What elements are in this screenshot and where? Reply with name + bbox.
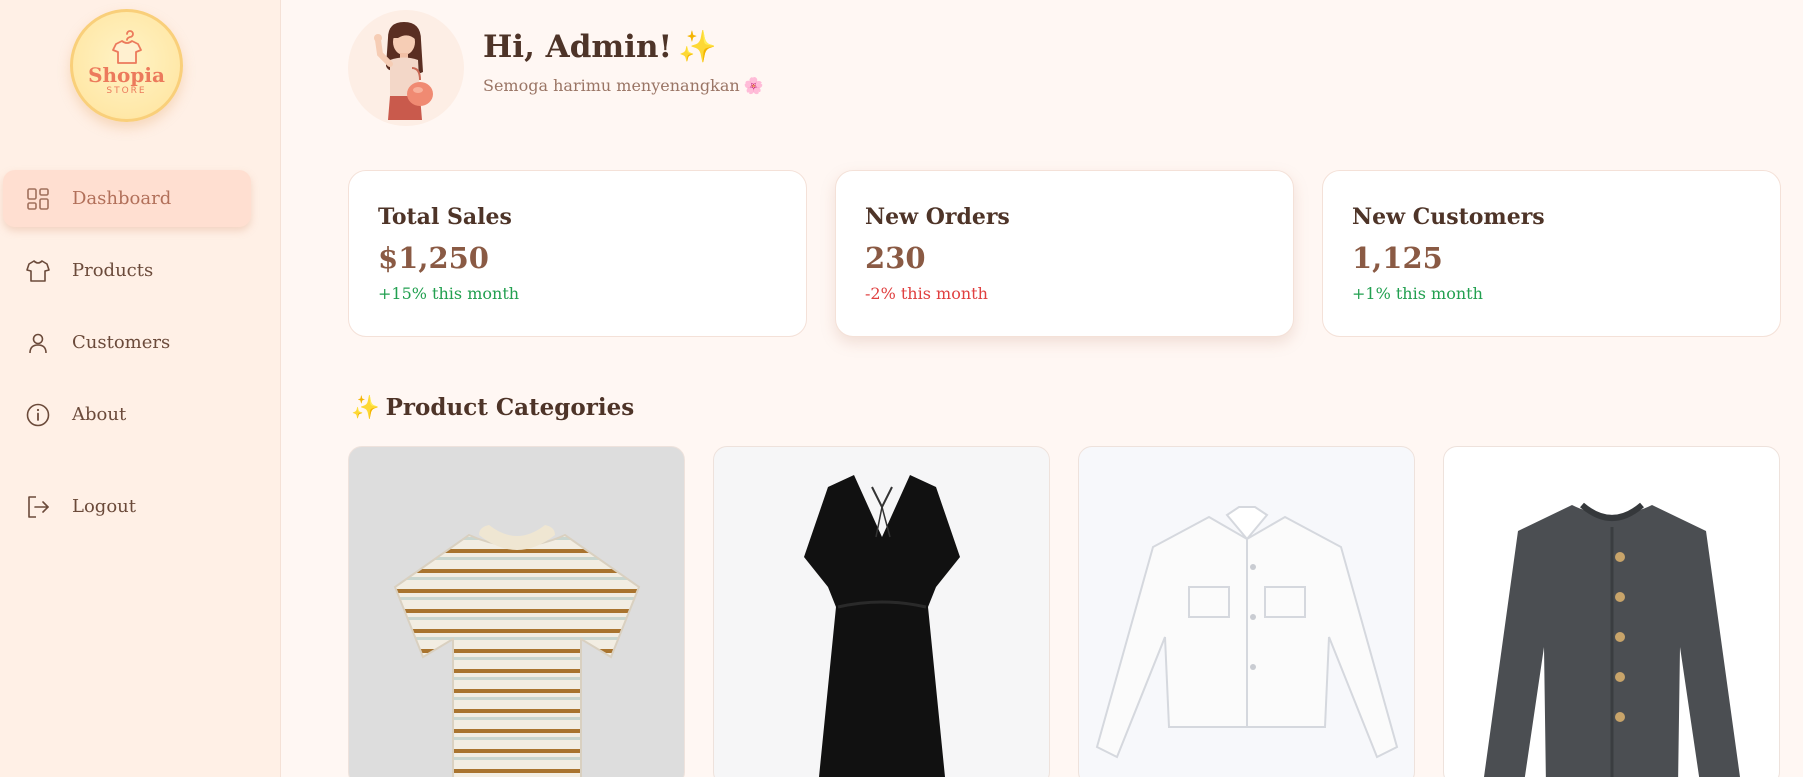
stat-card-new-orders[interactable]: New Orders 230 -2% this month	[835, 170, 1294, 337]
store-logo[interactable]: Shopia STORE	[70, 9, 183, 122]
stat-card-total-sales[interactable]: Total Sales $1,250 +15% this month	[348, 170, 807, 337]
woman-illustration	[374, 22, 433, 120]
sidebar-item-label: Products	[72, 260, 154, 281]
info-icon	[26, 403, 50, 426]
hanger-shirt-icon	[111, 29, 142, 64]
category-card-tshirt[interactable]	[348, 446, 685, 777]
category-card-cardigan[interactable]	[1443, 446, 1780, 777]
flower-icon: 🌸	[743, 76, 764, 95]
sparkle-icon: ✨	[678, 29, 717, 65]
category-card-jacket[interactable]	[1078, 446, 1415, 777]
stat-value: $1,250	[378, 241, 489, 275]
stat-title: New Customers	[1352, 204, 1545, 230]
logout-icon	[28, 495, 49, 518]
section-title-product-categories: ✨ Product Categories	[351, 394, 634, 421]
stat-title: New Orders	[865, 204, 1010, 230]
stat-change: -2% this month	[865, 284, 988, 303]
section-title-text: Product Categories	[385, 394, 635, 421]
stat-value: 1,125	[1352, 241, 1443, 275]
stat-value: 230	[865, 241, 926, 275]
sidebar-item-products[interactable]: Products	[3, 242, 251, 299]
black-dress-image	[804, 475, 960, 777]
greeting-text: Hi, Admin!	[483, 29, 673, 65]
sparkle-icon: ✨	[351, 394, 380, 421]
admin-avatar	[348, 10, 464, 126]
sidebar-item-customers[interactable]: Customers	[3, 314, 251, 371]
user-icon	[29, 333, 47, 353]
stat-title: Total Sales	[378, 204, 512, 230]
greeting-title: Hi, Admin! ✨	[483, 28, 717, 65]
shirt-icon	[26, 259, 50, 282]
sidebar-item-label: Customers	[72, 332, 171, 353]
sidebar-item-label: Dashboard	[72, 188, 172, 209]
stat-change: +1% this month	[1352, 284, 1483, 303]
app-root: Shopia STORE Dashboard Products Customer…	[0, 0, 1803, 777]
grey-cardigan-image	[1484, 502, 1740, 777]
striped-tshirt-image	[393, 525, 641, 777]
stat-change: +15% this month	[378, 284, 520, 303]
category-card-dress[interactable]	[713, 446, 1050, 777]
sidebar-item-label: Logout	[72, 496, 136, 517]
greeting-subtitle: Semoga harimu menyenangkan 🌸	[483, 76, 764, 95]
dashboard-icon	[27, 187, 49, 210]
sidebar-item-about[interactable]: About	[3, 386, 251, 443]
sidebar-item-label: About	[72, 404, 127, 425]
sidebar: Shopia STORE Dashboard Products Customer…	[0, 0, 281, 777]
sidebar-item-logout[interactable]: Logout	[3, 478, 251, 535]
logo-title: Shopia	[88, 62, 165, 87]
stat-card-new-customers[interactable]: New Customers 1,125 +1% this month	[1322, 170, 1781, 337]
sidebar-item-dashboard[interactable]: Dashboard	[3, 170, 251, 227]
logo-subtitle: STORE	[106, 85, 147, 96]
main-content: Hi, Admin! ✨ Semoga harimu menyenangkan 🌸 …	[281, 0, 1803, 777]
greeting-subtitle-text: Semoga harimu menyenangkan	[483, 76, 740, 95]
white-denim-jacket-image	[1095, 506, 1399, 759]
